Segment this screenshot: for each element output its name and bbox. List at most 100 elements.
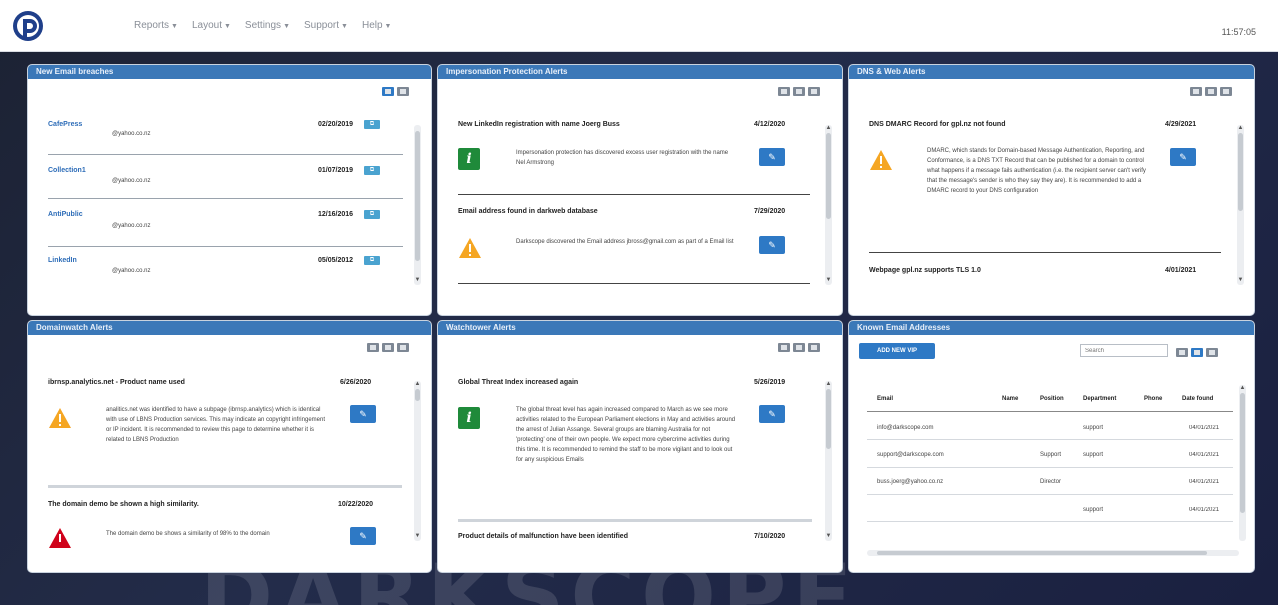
edit-alert-button[interactable]: ✎ bbox=[759, 236, 785, 254]
scroll-up-icon[interactable]: ▲ bbox=[825, 381, 832, 388]
expand-icon[interactable] bbox=[1206, 348, 1218, 357]
alert-date: 10/22/2020 bbox=[338, 501, 374, 508]
breach-source[interactable]: LinkedIn bbox=[48, 257, 77, 264]
alert-date: 4/12/2020 bbox=[754, 121, 786, 128]
scroll-down-icon[interactable]: ▼ bbox=[414, 533, 421, 540]
row-divider bbox=[48, 154, 403, 155]
alert-title: Product details of malfunction have been… bbox=[458, 533, 628, 540]
vertical-scrollbar[interactable]: ▲ bbox=[1239, 385, 1246, 541]
settings-icon[interactable] bbox=[1191, 348, 1203, 357]
list-icon[interactable] bbox=[778, 343, 790, 352]
view-breach-button[interactable]: ⧉ bbox=[364, 166, 380, 175]
horizontal-scrollbar[interactable] bbox=[867, 550, 1239, 556]
scroll-up-icon[interactable]: ▲ bbox=[414, 381, 421, 388]
cell-date: 04/01/2021 bbox=[1189, 507, 1220, 513]
panel-title: New Email breaches bbox=[28, 65, 431, 79]
view-breach-button[interactable]: ⧉ bbox=[364, 256, 380, 265]
panel-title: Impersonation Protection Alerts bbox=[438, 65, 842, 79]
search-icon[interactable] bbox=[382, 87, 394, 96]
column-header-position[interactable]: Position bbox=[1040, 396, 1064, 402]
scroll-up-icon[interactable]: ▲ bbox=[1239, 385, 1246, 392]
vertical-scrollbar[interactable]: ▲ ▼ bbox=[414, 381, 421, 541]
scroll-thumb[interactable] bbox=[1240, 393, 1245, 513]
view-breach-button[interactable]: ⧉ bbox=[364, 120, 380, 129]
scroll-up-icon[interactable]: ▲ bbox=[825, 125, 832, 132]
darkscope-logo-icon[interactable] bbox=[12, 10, 44, 42]
scroll-down-icon[interactable]: ▼ bbox=[1237, 277, 1244, 284]
settings-icon[interactable] bbox=[1205, 87, 1217, 96]
menu-reports[interactable]: Reports ▼ bbox=[134, 20, 178, 31]
scroll-down-icon[interactable]: ▼ bbox=[825, 533, 832, 540]
vertical-scrollbar[interactable]: ▲ ▼ bbox=[825, 125, 832, 285]
breach-source[interactable]: AntiPublic bbox=[48, 211, 83, 218]
menu-layout[interactable]: Layout ▼ bbox=[192, 20, 231, 31]
caret-down-icon: ▼ bbox=[341, 23, 348, 30]
alert-date: 6/26/2020 bbox=[340, 379, 372, 386]
expand-icon[interactable] bbox=[397, 343, 409, 352]
column-header-name[interactable]: Name bbox=[1002, 396, 1018, 402]
scroll-up-icon[interactable]: ▲ bbox=[1237, 125, 1244, 132]
expand-icon[interactable] bbox=[808, 87, 820, 96]
edit-alert-button[interactable]: ✎ bbox=[350, 527, 376, 545]
search-input[interactable] bbox=[1080, 344, 1168, 357]
clock: 11:57:05 bbox=[1221, 27, 1256, 37]
menu-settings[interactable]: Settings ▼ bbox=[245, 20, 290, 31]
warning-icon bbox=[459, 238, 481, 258]
scroll-thumb[interactable] bbox=[826, 389, 831, 449]
column-header-email[interactable]: Email bbox=[877, 396, 893, 402]
add-new-vip-button[interactable]: ADD NEW VIP bbox=[859, 343, 935, 359]
vertical-scrollbar[interactable]: ▼ bbox=[414, 125, 421, 285]
alert-description: analitics.net was identified to have a s… bbox=[106, 407, 325, 443]
scroll-down-icon[interactable]: ▼ bbox=[825, 277, 832, 284]
menu-support[interactable]: Support ▼ bbox=[304, 20, 348, 31]
breach-source[interactable]: CafePress bbox=[48, 121, 82, 128]
row-divider bbox=[48, 246, 403, 247]
expand-icon[interactable] bbox=[808, 343, 820, 352]
cell-department: support bbox=[1083, 452, 1104, 458]
breach-source[interactable]: Collection1 bbox=[48, 167, 86, 174]
cell-department: support bbox=[1083, 425, 1104, 431]
scroll-thumb[interactable] bbox=[1238, 133, 1243, 211]
alert-date: 4/29/2021 bbox=[1165, 121, 1197, 128]
alert-divider bbox=[458, 194, 810, 195]
scroll-thumb[interactable] bbox=[415, 131, 420, 261]
row-divider bbox=[867, 439, 1233, 440]
edit-alert-button[interactable]: ✎ bbox=[350, 405, 376, 423]
danger-icon bbox=[49, 528, 71, 548]
column-header-date-found[interactable]: Date found bbox=[1182, 396, 1213, 402]
menu-help[interactable]: Help ▼ bbox=[362, 20, 392, 31]
scroll-thumb[interactable] bbox=[415, 389, 420, 401]
edit-alert-button[interactable]: ✎ bbox=[1170, 148, 1196, 166]
column-header-department[interactable]: Department bbox=[1083, 396, 1116, 402]
pencil-icon: ✎ bbox=[768, 409, 776, 419]
panel-watchtower-alerts: Watchtower Alerts Global Threat Index in… bbox=[437, 320, 843, 573]
panel-tools bbox=[382, 87, 409, 96]
panel-impersonation-alerts: Impersonation Protection Alerts New Link… bbox=[437, 64, 843, 316]
view-breach-button[interactable]: ⧉ bbox=[364, 210, 380, 219]
list-icon[interactable] bbox=[1176, 348, 1188, 357]
panel-title: DNS & Web Alerts bbox=[849, 65, 1254, 79]
list-icon[interactable] bbox=[1190, 87, 1202, 96]
breach-date: 01/07/2019 bbox=[318, 167, 354, 174]
alert-title: Global Threat Index increased again bbox=[458, 379, 579, 386]
edit-alert-button[interactable]: ✎ bbox=[759, 148, 785, 166]
edit-alert-button[interactable]: ✎ bbox=[759, 405, 785, 423]
scroll-down-icon[interactable]: ▼ bbox=[414, 277, 421, 284]
list-icon[interactable] bbox=[367, 343, 379, 352]
expand-icon[interactable] bbox=[397, 87, 409, 96]
settings-icon[interactable] bbox=[793, 87, 805, 96]
column-header-phone[interactable]: Phone bbox=[1144, 396, 1162, 402]
row-divider bbox=[867, 467, 1233, 468]
vertical-scrollbar[interactable]: ▲ ▼ bbox=[1237, 125, 1244, 285]
expand-icon[interactable] bbox=[1220, 87, 1232, 96]
settings-icon[interactable] bbox=[382, 343, 394, 352]
settings-icon[interactable] bbox=[793, 343, 805, 352]
breach-email: @yahoo.co.nz bbox=[112, 223, 151, 229]
panel-title: Watchtower Alerts bbox=[438, 321, 842, 335]
panel-known-email-addresses: Known Email Addresses ADD NEW VIP Email … bbox=[848, 320, 1255, 573]
list-icon[interactable] bbox=[778, 87, 790, 96]
scroll-thumb[interactable] bbox=[877, 551, 1207, 555]
vertical-scrollbar[interactable]: ▲ ▼ bbox=[825, 381, 832, 541]
panel-title: Domainwatch Alerts bbox=[28, 321, 431, 335]
scroll-thumb[interactable] bbox=[826, 133, 831, 219]
